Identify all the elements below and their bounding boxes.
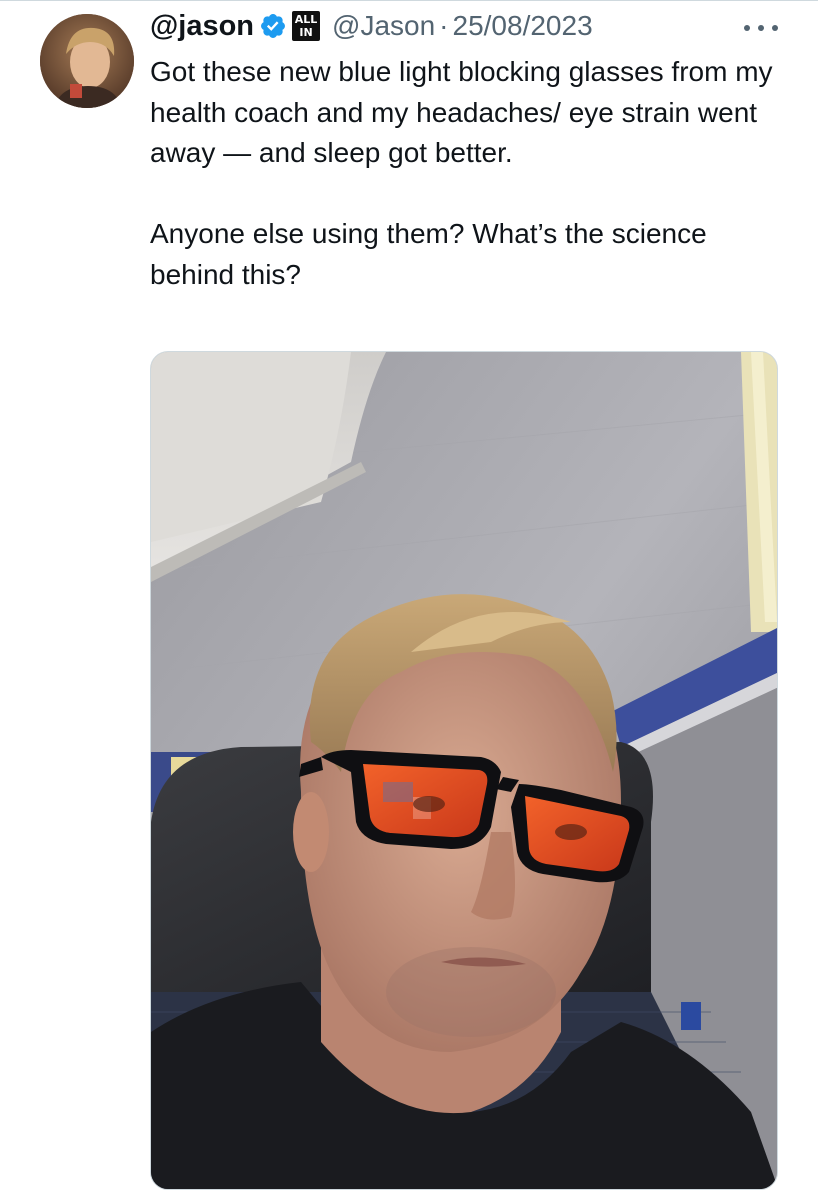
avatar-photo — [40, 14, 134, 108]
more-horizontal-icon[interactable] — [744, 22, 778, 34]
affiliate-badge-line1: ALL — [294, 13, 318, 26]
avatar[interactable] — [40, 14, 134, 108]
tweet-text: Got these new blue light blocking glasse… — [150, 56, 773, 290]
tweet-header: @jason ALL IN @Jason · 25/08/2023 — [150, 6, 593, 46]
verified-check-icon — [261, 14, 285, 38]
affiliate-badge[interactable]: ALL IN — [292, 11, 321, 41]
affiliate-badge-line2: IN — [299, 26, 313, 39]
tweet-date[interactable]: 25/08/2023 — [453, 10, 593, 42]
selfie-photo — [151, 352, 777, 1189]
display-name[interactable]: @jason — [150, 10, 254, 43]
header-separator: · — [439, 10, 449, 41]
tweet-photo[interactable] — [150, 351, 778, 1190]
username-handle[interactable]: @Jason — [332, 10, 435, 42]
top-divider — [0, 0, 818, 1]
